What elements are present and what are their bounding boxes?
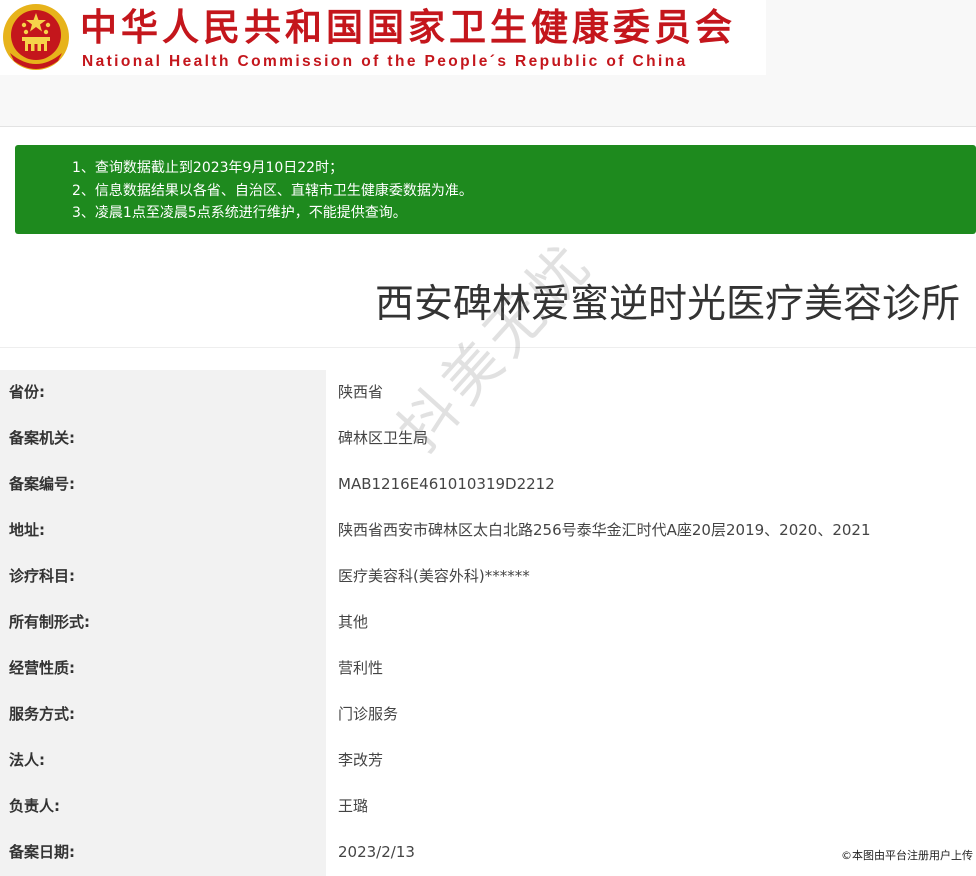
notice-line-1: 1、查询数据截止到2023年9月10日22时； bbox=[72, 160, 344, 176]
row-value: 王璐 bbox=[326, 784, 976, 830]
table-row: 负责人: 王璐 bbox=[0, 784, 976, 831]
row-label: 经营性质: bbox=[0, 646, 326, 692]
notice-line-3: 3、凌晨1点至凌晨5点系统进行维护，不能提供查询。 bbox=[72, 205, 407, 221]
row-value: 其他 bbox=[326, 600, 976, 646]
table-row: 备案编号: MAB1216E461010319D2212 bbox=[0, 462, 976, 509]
upload-credit: ©本图由平台注册用户上传 bbox=[841, 849, 973, 862]
table-row: 备案日期: 2023/2/13 bbox=[0, 830, 976, 876]
row-label: 法人: bbox=[0, 738, 326, 784]
row-label: 备案日期: bbox=[0, 830, 326, 876]
national-emblem-icon bbox=[3, 4, 69, 70]
table-row: 服务方式: 门诊服务 bbox=[0, 692, 976, 739]
row-value: 营利性 bbox=[326, 646, 976, 692]
row-label: 备案机关: bbox=[0, 416, 326, 462]
header-band: 中华人民共和国国家卫生健康委员会 National Health Commiss… bbox=[0, 0, 976, 127]
table-row: 诊疗科目: 医疗美容科(美容外科)****** bbox=[0, 554, 976, 601]
table-row: 所有制形式: 其他 bbox=[0, 600, 976, 647]
notice-box: 1、查询数据截止到2023年9月10日22时； 2、信息数据结果以各省、自治区、… bbox=[15, 145, 976, 234]
row-value: 医疗美容科(美容外科)****** bbox=[326, 554, 976, 600]
table-row: 地址: 陕西省西安市碑林区太白北路256号泰华金汇时代A座20层2019、202… bbox=[0, 508, 976, 555]
site-title-en: National Health Commission of the People… bbox=[82, 53, 688, 70]
row-label: 省份: bbox=[0, 370, 326, 416]
row-label: 所有制形式: bbox=[0, 600, 326, 646]
site-title-cn: 中华人民共和国国家卫生健康委员会 bbox=[80, 6, 736, 49]
row-value: 李改芳 bbox=[326, 738, 976, 784]
notice-line-2: 2、信息数据结果以各省、自治区、直辖市卫生健康委数据为准。 bbox=[72, 183, 473, 199]
row-label: 备案编号: bbox=[0, 462, 326, 508]
table-row: 经营性质: 营利性 bbox=[0, 646, 976, 693]
row-label: 诊疗科目: bbox=[0, 554, 326, 600]
row-value: 陕西省西安市碑林区太白北路256号泰华金汇时代A座20层2019、2020、20… bbox=[326, 508, 976, 554]
row-label: 地址: bbox=[0, 508, 326, 554]
table-row: 备案机关: 碑林区卫生局 bbox=[0, 416, 976, 463]
row-label: 负责人: bbox=[0, 784, 326, 830]
site-banner[interactable]: 中华人民共和国国家卫生健康委员会 National Health Commiss… bbox=[0, 0, 766, 75]
row-value: MAB1216E461010319D2212 bbox=[326, 462, 976, 508]
row-label: 服务方式: bbox=[0, 692, 326, 738]
row-value: 门诊服务 bbox=[326, 692, 976, 738]
table-row: 法人: 李改芳 bbox=[0, 738, 976, 785]
